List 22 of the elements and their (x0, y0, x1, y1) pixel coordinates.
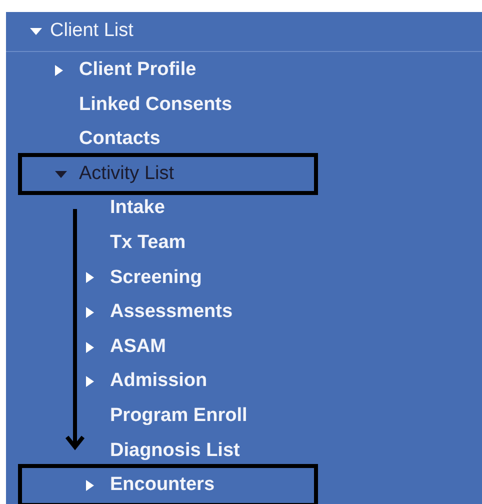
tree-item[interactable]: Diagnosis List (22, 434, 314, 468)
tree-item[interactable]: Encounters (22, 468, 314, 503)
tree-item[interactable]: Client Profile (22, 53, 314, 88)
tree-item[interactable]: Linked Consents (22, 88, 314, 122)
tree-item[interactable]: Admission (22, 364, 314, 399)
caret-down-icon[interactable] (30, 28, 42, 35)
tree-item[interactable]: Assessments (22, 295, 314, 330)
tree-item[interactable]: Program Enroll (22, 398, 314, 434)
caret-down-icon[interactable] (55, 170, 67, 178)
caret-right-icon[interactable] (86, 272, 94, 284)
tree-item[interactable]: Screening (22, 260, 314, 296)
tree-item[interactable]: Tx Team (22, 226, 314, 261)
tree-header[interactable]: Client List (50, 17, 134, 46)
caret-right-icon[interactable] (55, 64, 63, 76)
caret-right-icon[interactable] (86, 342, 94, 353)
caret-right-icon[interactable] (86, 376, 94, 388)
caret-right-icon[interactable] (86, 306, 94, 318)
tree-item[interactable]: ASAM (22, 330, 314, 364)
tree-item[interactable]: Activity List (22, 156, 314, 192)
tree-item[interactable]: Contacts (22, 122, 314, 157)
tree-item[interactable]: Intake (22, 191, 314, 226)
caret-right-icon[interactable] (86, 480, 94, 491)
